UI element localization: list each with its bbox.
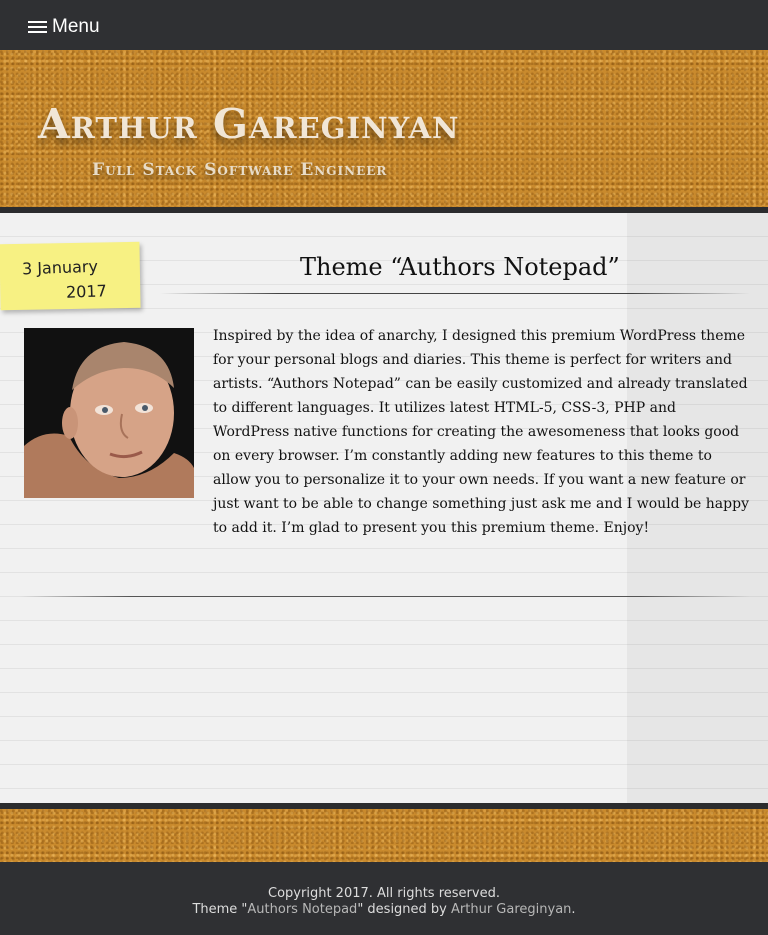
post-date-day: 3 January <box>21 256 99 279</box>
top-navigation-bar: Menu <box>0 0 768 50</box>
post-date-year: 2017 <box>65 281 108 302</box>
footer-cork-strip <box>0 809 768 862</box>
title-divider <box>160 293 750 294</box>
credit-suffix: . <box>571 902 576 917</box>
menu-label: Menu <box>52 16 100 37</box>
author-link[interactable]: Arthur Gareginyan <box>451 902 571 917</box>
author-photo <box>24 328 194 498</box>
site-subtitle: Full Stack Software Engineer <box>92 160 388 180</box>
theme-credit: Theme "Authors Notepad" designed by Arth… <box>0 902 768 917</box>
post-title[interactable]: Theme “Authors Notepad” <box>300 253 620 281</box>
credit-prefix: Theme " <box>192 902 248 917</box>
post-body-text: Inspired by the idea of anarchy, I desig… <box>213 328 749 536</box>
credit-middle: " designed by <box>357 902 452 917</box>
copyright-text: Copyright 2017. All rights reserved. <box>268 886 500 901</box>
menu-button[interactable]: Menu <box>28 15 100 39</box>
site-footer: Copyright 2017. All rights reserved. The… <box>0 862 768 935</box>
hamburger-icon <box>28 21 47 33</box>
theme-link[interactable]: Authors Notepad <box>247 902 357 917</box>
post-end-divider <box>20 596 750 597</box>
site-title[interactable]: Arthur Gareginyan <box>38 100 459 148</box>
